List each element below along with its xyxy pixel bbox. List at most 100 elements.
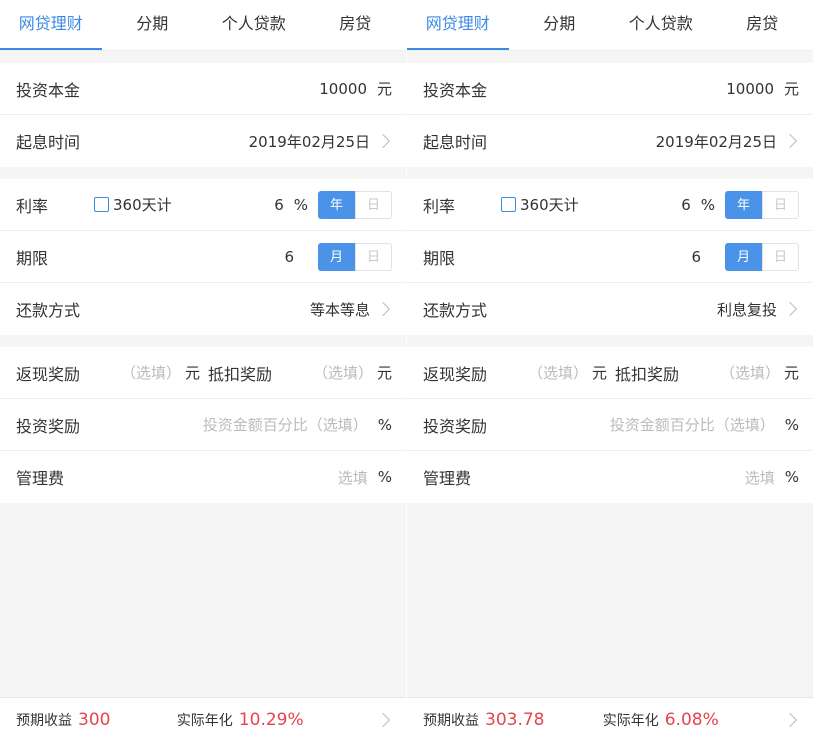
rate-group: 利率 360天计 6 % 年 日 期限 6 月 日 还款方式 等本等息 xyxy=(0,179,406,335)
chevron-right-icon xyxy=(782,301,798,317)
principal-input[interactable]: 10000 xyxy=(319,80,367,98)
deduct-unit: 元 xyxy=(783,364,799,382)
tab-installment[interactable]: 分期 xyxy=(509,0,611,50)
cashback-input[interactable]: （选填） xyxy=(121,362,181,383)
term-label: 期限 xyxy=(16,248,49,268)
tab-p2p-finance[interactable]: 网贷理财 xyxy=(0,0,102,50)
invest-reward-input[interactable]: 投资金额百分比（选填） xyxy=(610,414,775,435)
result-footer[interactable]: 预期收益 300 实际年化 10.29% xyxy=(0,697,406,741)
start-date-row[interactable]: 起息时间 2019年02月25日 xyxy=(0,115,406,167)
deduct-input[interactable]: （选填） xyxy=(313,362,373,383)
rate-label: 利率 xyxy=(423,196,456,216)
start-date-label: 起息时间 xyxy=(16,133,81,152)
repay-label: 还款方式 xyxy=(423,301,488,320)
expected-income-value: 303.78 xyxy=(485,709,545,730)
deduct-unit: 元 xyxy=(376,364,392,382)
principal-input[interactable]: 10000 xyxy=(726,80,774,98)
rate-period-toggle: 年 日 xyxy=(725,190,799,219)
calculator-panel-left: 网贷理财 分期 个人贷款 房贷 投资本金 10000 元 起息时间 2019年0… xyxy=(0,0,406,741)
principal-row[interactable]: 投资本金 10000 元 xyxy=(0,63,406,115)
start-date-label: 起息时间 xyxy=(423,133,488,152)
invest-reward-label: 投资奖励 xyxy=(423,416,488,436)
rate-day-button[interactable]: 日 xyxy=(762,190,799,219)
principal-row[interactable]: 投资本金 10000 元 xyxy=(407,63,813,115)
fee-row: 管理费 选填 % xyxy=(0,451,406,503)
chevron-right-icon[interactable] xyxy=(782,712,798,727)
fee-label: 管理费 xyxy=(423,469,472,488)
tab-personal-loan[interactable]: 个人贷款 xyxy=(203,0,305,50)
fee-input[interactable]: 选填 xyxy=(338,467,368,488)
cashback-row: 返现奖励 （选填） 元 抵扣奖励 （选填） 元 xyxy=(0,347,406,399)
repay-row[interactable]: 还款方式 等本等息 xyxy=(0,283,406,335)
rate-period-toggle: 年 日 xyxy=(318,190,392,219)
actual-annual-value: 6.08% xyxy=(664,709,719,730)
tab-personal-loan[interactable]: 个人贷款 xyxy=(610,0,712,50)
rate-year-button[interactable]: 年 xyxy=(318,190,355,219)
principal-unit: 元 xyxy=(783,80,799,98)
principal-unit: 元 xyxy=(376,80,392,98)
repay-value[interactable]: 利息复投 xyxy=(717,299,777,320)
term-day-button[interactable]: 日 xyxy=(762,242,799,271)
rate-input[interactable]: 6 xyxy=(681,196,691,214)
fee-unit: % xyxy=(784,468,799,486)
rate-unit: % xyxy=(293,195,308,214)
tab-installment[interactable]: 分期 xyxy=(102,0,204,50)
rate-unit: % xyxy=(700,195,715,214)
rate-group: 利率 360天计 6 % 年 日 期限 6 月 日 还款方式 利息复投 xyxy=(407,179,813,335)
invest-reward-unit: % xyxy=(784,415,799,434)
tab-p2p-finance[interactable]: 网贷理财 xyxy=(407,0,509,50)
rate-year-button[interactable]: 年 xyxy=(725,190,762,219)
actual-annual-label: 实际年化 xyxy=(602,712,659,729)
result-footer[interactable]: 预期收益 303.78 实际年化 6.08% xyxy=(407,697,813,741)
basic-group: 投资本金 10000 元 起息时间 2019年02月25日 xyxy=(0,63,406,167)
term-day-button[interactable]: 日 xyxy=(355,242,392,271)
extras-group: 返现奖励 （选填） 元 抵扣奖励 （选填） 元 投资奖励 投资金额百分比（选填）… xyxy=(0,347,406,503)
start-date-row[interactable]: 起息时间 2019年02月25日 xyxy=(407,115,813,167)
term-input[interactable]: 6 xyxy=(691,248,701,266)
fee-row: 管理费 选填 % xyxy=(407,451,813,503)
term-label: 期限 xyxy=(423,248,456,268)
term-month-button[interactable]: 月 xyxy=(725,242,762,271)
rate-row: 利率 360天计 6 % 年 日 xyxy=(407,179,813,231)
repay-label: 还款方式 xyxy=(16,301,81,320)
rate-input[interactable]: 6 xyxy=(274,196,284,214)
term-row: 期限 6 月 日 xyxy=(407,231,813,283)
day360-label: 360天计 xyxy=(113,196,172,214)
repay-row[interactable]: 还款方式 利息复投 xyxy=(407,283,813,335)
repay-value[interactable]: 等本等息 xyxy=(310,299,370,320)
invest-reward-row: 投资奖励 投资金额百分比（选填） % xyxy=(0,399,406,451)
term-row: 期限 6 月 日 xyxy=(0,231,406,283)
expected-income-value: 300 xyxy=(78,709,111,730)
tab-mortgage[interactable]: 房贷 xyxy=(305,0,407,50)
term-input[interactable]: 6 xyxy=(284,248,294,266)
term-unit-toggle: 月 日 xyxy=(725,242,799,271)
expected-income-label: 预期收益 xyxy=(423,712,479,729)
fee-label: 管理费 xyxy=(16,469,65,488)
cashback-unit: 元 xyxy=(184,364,200,382)
deduct-input[interactable]: （选填） xyxy=(720,362,780,383)
term-month-button[interactable]: 月 xyxy=(318,242,355,271)
start-date-value[interactable]: 2019年02月25日 xyxy=(656,131,777,152)
rate-label: 利率 xyxy=(16,196,49,216)
tab-bar: 网贷理财 分期 个人贷款 房贷 xyxy=(407,0,813,51)
basic-group: 投资本金 10000 元 起息时间 2019年02月25日 xyxy=(407,63,813,167)
cashback-input[interactable]: （选填） xyxy=(528,362,588,383)
rate-row: 利率 360天计 6 % 年 日 xyxy=(0,179,406,231)
chevron-right-icon xyxy=(782,133,798,149)
fee-input[interactable]: 选填 xyxy=(745,467,775,488)
expected-income-label: 预期收益 xyxy=(16,712,72,729)
chevron-right-icon xyxy=(375,301,391,317)
day360-checkbox[interactable] xyxy=(94,197,110,212)
tab-mortgage[interactable]: 房贷 xyxy=(712,0,813,50)
extras-group: 返现奖励 （选填） 元 抵扣奖励 （选填） 元 投资奖励 投资金额百分比（选填）… xyxy=(407,347,813,503)
day360-label: 360天计 xyxy=(520,196,579,214)
fee-unit: % xyxy=(377,468,392,486)
chevron-right-icon[interactable] xyxy=(375,712,391,727)
calculator-panel-right: 网贷理财 分期 个人贷款 房贷 投资本金 10000 元 起息时间 2019年0… xyxy=(407,0,813,741)
actual-annual-label: 实际年化 xyxy=(176,712,233,729)
invest-reward-input[interactable]: 投资金额百分比（选填） xyxy=(203,414,368,435)
start-date-value[interactable]: 2019年02月25日 xyxy=(249,131,370,152)
day360-checkbox[interactable] xyxy=(501,197,517,212)
rate-day-button[interactable]: 日 xyxy=(355,190,392,219)
deduct-label: 抵扣奖励 xyxy=(615,364,680,384)
